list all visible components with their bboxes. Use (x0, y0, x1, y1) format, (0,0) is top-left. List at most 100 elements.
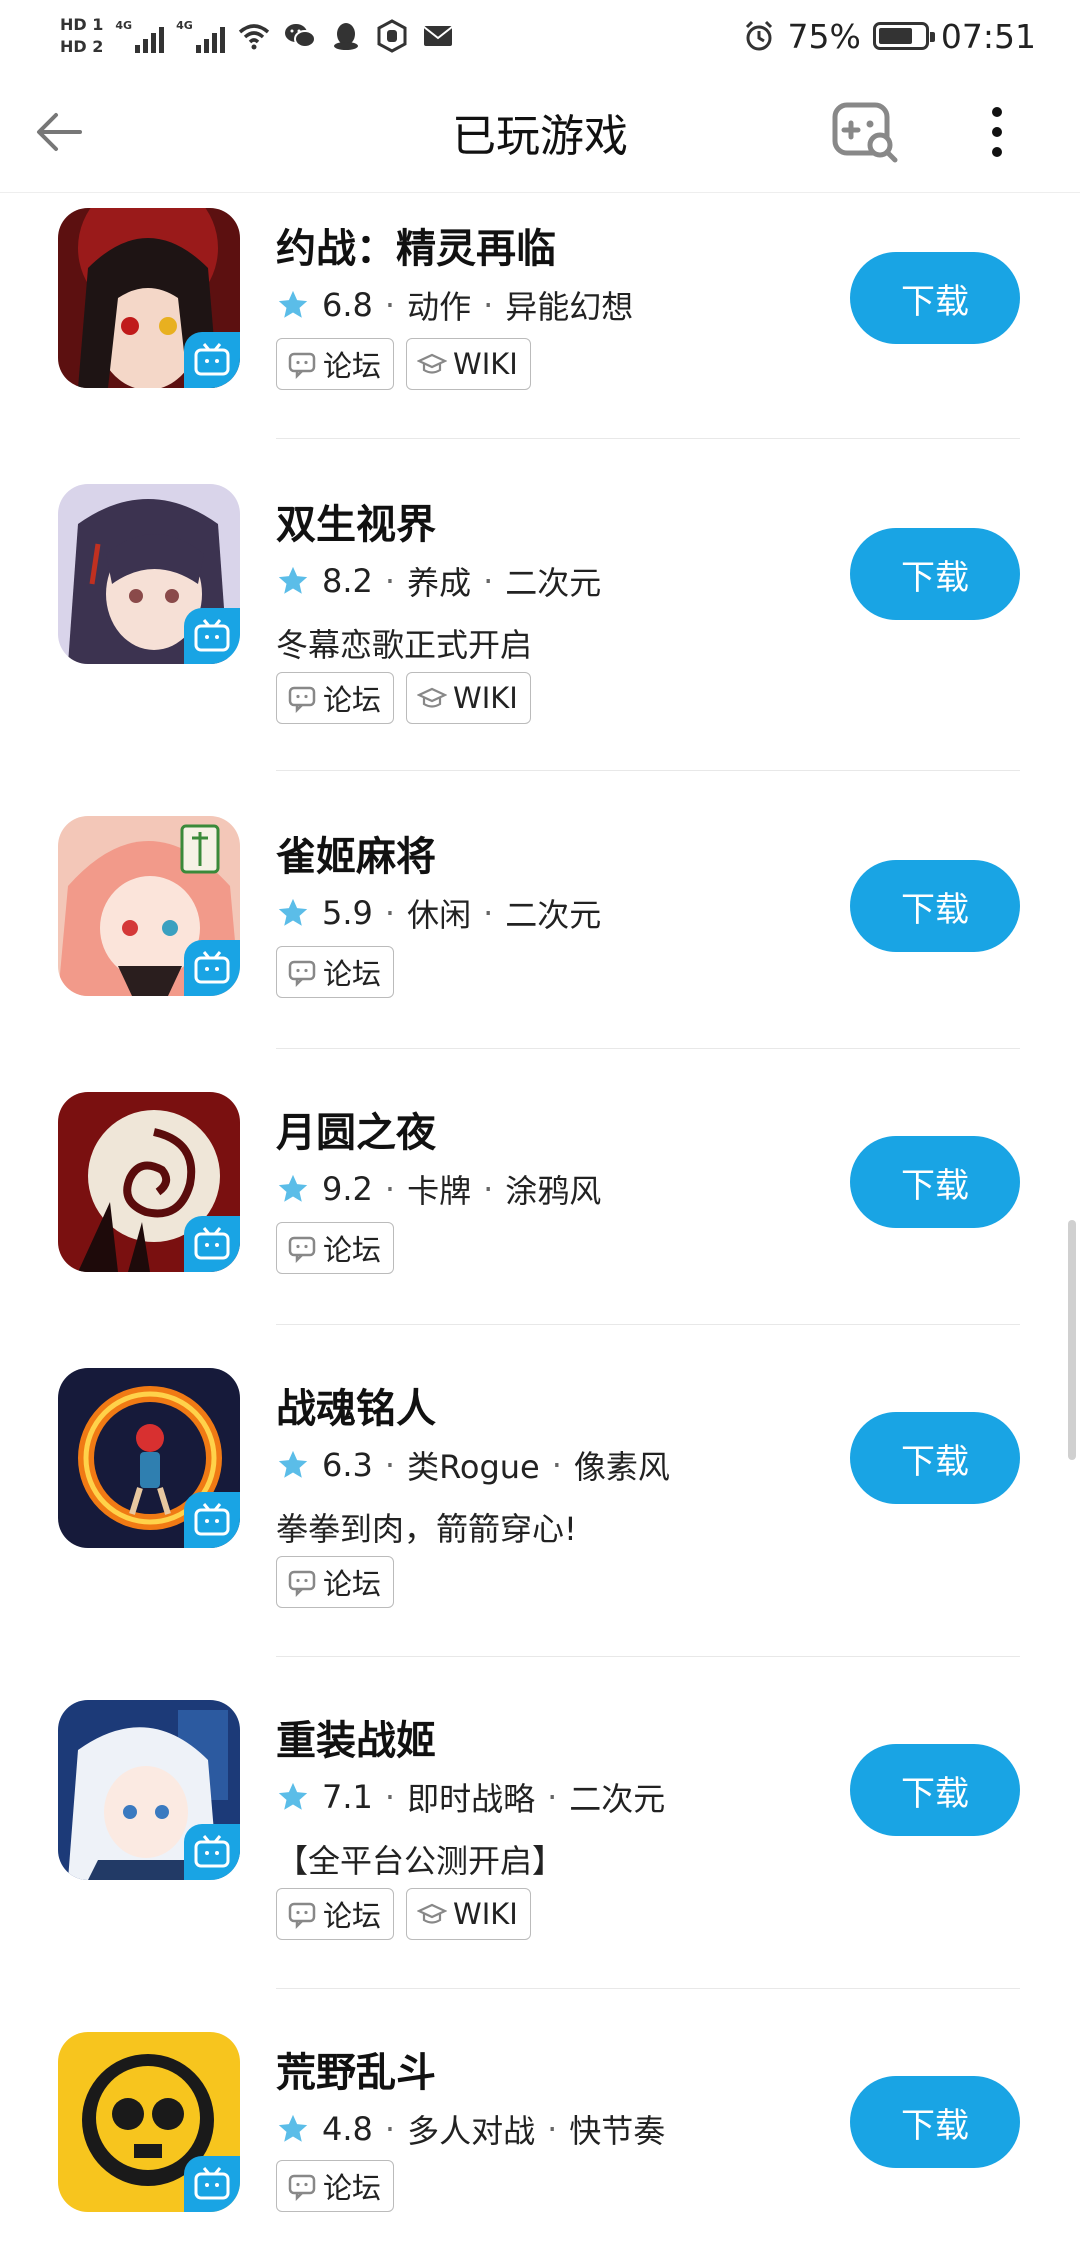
category-tag: 类Rogue (407, 1448, 540, 1486)
game-meta: 4.8 · 多人对战 · 快节奏 (276, 2106, 665, 2152)
forum-tag[interactable]: 论坛 (276, 1556, 395, 1608)
game-name: 雀姬麻将 (276, 834, 436, 880)
rating: 6.3 (322, 1446, 373, 1484)
game-list-item[interactable]: 荒野乱斗 4.8 · 多人对战 · 快节奏 论坛 下载 (0, 2032, 1080, 2244)
style-tag: 二次元 (505, 896, 602, 934)
rating: 4.8 (322, 2110, 373, 2148)
bilibili-tv-icon (184, 1824, 240, 1880)
game-list-item[interactable]: 雀姬麻将 5.9 · 休闲 · 二次元 论坛 下载 (0, 816, 1080, 1016)
wechat-icon (284, 24, 316, 48)
status-right: 75% 07:51 (742, 14, 1036, 58)
battery-percent: 75% (787, 16, 861, 56)
tag-row: 论坛 (276, 946, 395, 998)
divider (276, 770, 1020, 771)
game-meta: 9.2 · 卡牌 · 涂鸦风 (276, 1166, 601, 1212)
wiki-tag[interactable]: WIKI (406, 338, 531, 390)
game-list-item[interactable]: 月圆之夜 9.2 · 卡牌 · 涂鸦风 论坛 下载 (0, 1092, 1080, 1292)
game-list-item[interactable]: 战魂铭人 6.3 · 类Rogue · 像素风 拳拳到肉，箭箭穿心! 论坛 下载 (0, 1368, 1080, 1628)
tag-row: 论坛 WIKI (276, 338, 531, 390)
forum-tag[interactable]: 论坛 (276, 338, 395, 390)
wiki-tag[interactable]: WIKI (406, 1888, 531, 1940)
forum-label: 论坛 (323, 2171, 382, 2205)
forum-label: 论坛 (323, 1899, 382, 1933)
game-icon[interactable] (58, 1368, 240, 1548)
hand-shield-icon (377, 19, 407, 53)
star-icon (278, 1450, 308, 1478)
clock: 07:51 (940, 16, 1036, 56)
tag-row: 论坛 (276, 1222, 395, 1274)
category-tag: 卡牌 (407, 1172, 472, 1210)
more-vertical-icon[interactable] (972, 102, 1022, 162)
chat-bubble-icon (288, 1902, 316, 1929)
download-button[interactable]: 下载 (850, 1136, 1020, 1228)
forum-tag[interactable]: 论坛 (276, 2160, 395, 2212)
download-button[interactable]: 下载 (850, 252, 1020, 344)
game-name: 重装战姬 (276, 1718, 436, 1764)
status-left: HD 1 HD 2 4G 4G (60, 6, 455, 66)
game-icon[interactable] (58, 1700, 240, 1880)
chat-bubble-icon (288, 686, 316, 713)
divider (276, 1656, 1020, 1657)
star-icon (278, 2114, 308, 2142)
status-bar: HD 1 HD 2 4G 4G 75% 07:51 (0, 0, 1080, 70)
wiki-label: WIKI (453, 1897, 518, 1931)
style-tag: 涂鸦风 (505, 1172, 602, 1210)
forum-label: 论坛 (323, 1233, 382, 1267)
chat-bubble-icon (288, 1236, 316, 1263)
game-icon[interactable] (58, 1092, 240, 1272)
bilibili-tv-icon (184, 2156, 240, 2212)
game-icon[interactable] (58, 208, 240, 388)
hd-indicators: HD 1 HD 2 (60, 16, 103, 56)
game-meta: 8.2 · 养成 · 二次元 (276, 558, 601, 604)
chat-bubble-icon (288, 960, 316, 987)
game-list-item[interactable]: 约战：精灵再临 6.8 · 动作 · 异能幻想 论坛 WIKI 下载 (0, 208, 1080, 428)
network-1-label: 4G (115, 19, 133, 32)
download-button[interactable]: 下载 (850, 1744, 1020, 1836)
rating: 9.2 (322, 1170, 373, 1208)
forum-tag[interactable]: 论坛 (276, 672, 395, 724)
forum-tag[interactable]: 论坛 (276, 1222, 395, 1274)
download-button[interactable]: 下载 (850, 860, 1020, 952)
game-icon[interactable] (58, 484, 240, 664)
game-meta: 6.8 · 动作 · 异能幻想 (276, 282, 633, 328)
download-button[interactable]: 下载 (850, 1412, 1020, 1504)
wiki-label: WIKI (453, 681, 518, 715)
divider (276, 438, 1020, 439)
qq-icon (333, 23, 358, 50)
hd2-indicator: HD 2 (60, 37, 104, 56)
graduation-cap-icon (417, 1903, 448, 1924)
gamepad-search-icon[interactable] (832, 100, 898, 166)
signal-1-icon: 4G (115, 19, 165, 53)
hd1-indicator: HD 1 (60, 15, 104, 34)
tag-row: 论坛 WIKI (276, 1888, 531, 1940)
bilibili-tv-icon (184, 1216, 240, 1272)
wiki-tag[interactable]: WIKI (406, 672, 531, 724)
app-header: 已玩游戏 (0, 70, 1080, 193)
game-meta: 6.3 · 类Rogue · 像素风 (276, 1442, 670, 1488)
game-name: 荒野乱斗 (276, 2050, 436, 2096)
style-tag: 像素风 (573, 1448, 670, 1486)
game-description: 【全平台公测开启】 (276, 1842, 565, 1880)
game-icon[interactable] (58, 816, 240, 996)
game-meta: 7.1 · 即时战略 · 二次元 (276, 1774, 665, 1820)
star-icon (278, 290, 308, 318)
download-button[interactable]: 下载 (850, 2076, 1020, 2168)
signal-2-icon: 4G (176, 19, 225, 53)
tag-row: 论坛 (276, 2160, 395, 2212)
forum-label: 论坛 (323, 957, 382, 991)
divider (276, 1324, 1020, 1325)
game-list-item[interactable]: 双生视界 8.2 · 养成 · 二次元 冬幕恋歌正式开启 论坛 WIKI 下载 (0, 484, 1080, 764)
forum-tag[interactable]: 论坛 (276, 946, 395, 998)
forum-tag[interactable]: 论坛 (276, 1888, 395, 1940)
graduation-cap-icon (417, 687, 448, 708)
wifi-icon (238, 24, 269, 50)
game-icon[interactable] (58, 2032, 240, 2212)
star-icon (278, 1782, 308, 1810)
category-tag: 动作 (407, 288, 472, 326)
game-list-item[interactable]: 重装战姬 7.1 · 即时战略 · 二次元 【全平台公测开启】 论坛 WIKI … (0, 1700, 1080, 1980)
download-button[interactable]: 下载 (850, 528, 1020, 620)
rating: 5.9 (322, 894, 373, 932)
game-meta: 5.9 · 休闲 · 二次元 (276, 890, 601, 936)
star-icon (278, 566, 308, 594)
scrollbar[interactable] (1068, 1220, 1076, 1460)
